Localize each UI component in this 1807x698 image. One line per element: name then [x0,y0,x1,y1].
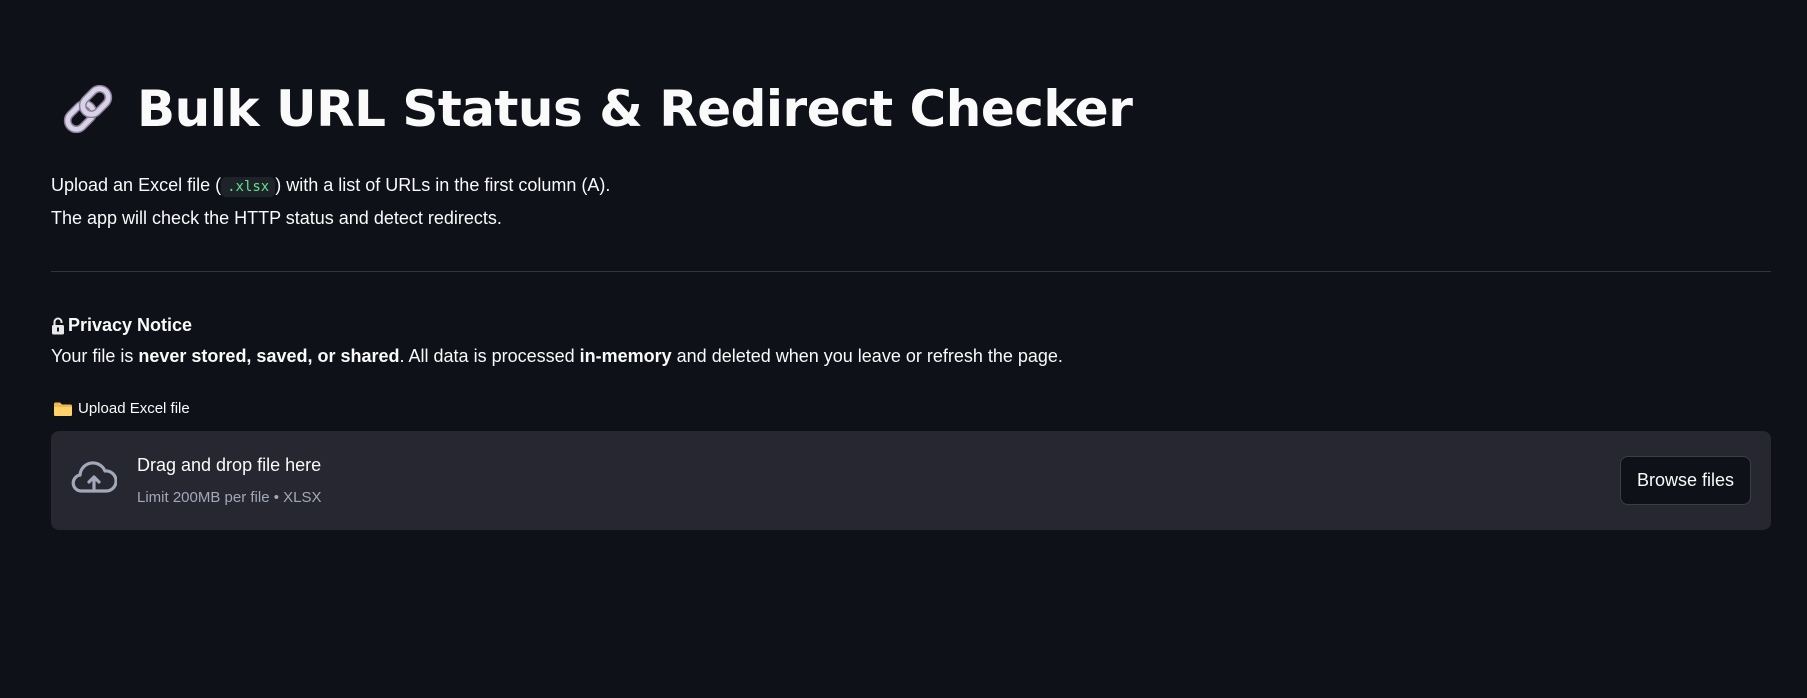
privacy-bold-1: never stored, saved, or shared [138,346,400,366]
intro-line-1: Upload an Excel file (.xlsx) with a list… [51,170,610,203]
folder-icon [54,402,72,416]
intro-text: Upload an Excel file (.xlsx) with a list… [51,170,610,234]
page-title: Bulk URL Status & Redirect Checker [59,80,1133,138]
file-dropzone[interactable]: Drag and drop file here Limit 200MB per … [51,431,1771,530]
xlsx-code: .xlsx [221,177,276,197]
lock-icon [52,317,64,334]
upload-label: Upload Excel file [53,400,190,417]
intro-line-1-end: ) with a list of URLs in the first colum… [275,175,611,195]
page-title-text: Bulk URL Status & Redirect Checker [137,80,1133,138]
divider [51,271,1771,272]
intro-line-2: The app will check the HTTP status and d… [51,208,502,228]
privacy-notice-text: Your file is never stored, saved, or sha… [51,346,1063,367]
privacy-text-1: Your file is [51,346,139,366]
cloud-upload-icon [71,461,117,493]
privacy-text-2: . All data is processed [399,346,580,366]
dropzone-limit-text: Limit 200MB per file • XLSX [137,489,322,506]
privacy-heading-text: Privacy Notice [68,315,193,335]
main-content: Bulk URL Status & Redirect Checker Uploa… [51,0,1771,698]
upload-label-text: Upload Excel file [78,400,190,417]
privacy-bold-2: in-memory [579,346,672,366]
privacy-text-3: and deleted when you leave or refresh th… [671,346,1063,366]
privacy-heading: Privacy Notice [51,315,192,336]
intro-line-1-start: Upload an Excel file ( [51,175,222,195]
dropzone-title: Drag and drop file here [137,455,322,475]
link-icon [63,84,113,134]
browse-files-button[interactable]: Browse files [1620,456,1751,505]
